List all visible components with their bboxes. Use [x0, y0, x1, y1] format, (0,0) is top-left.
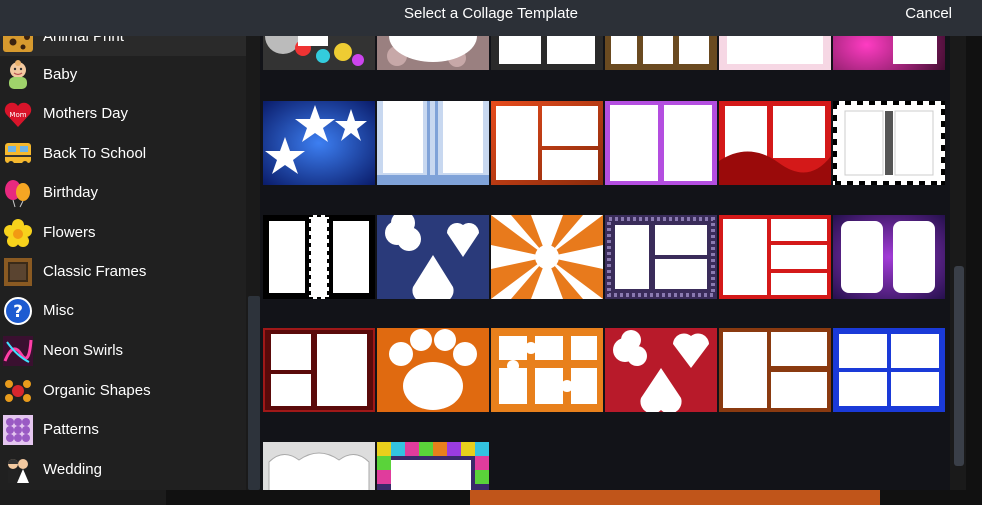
sidebar-item-birthday[interactable]: Birthday: [0, 174, 246, 212]
neon-swirl-icon: [3, 336, 33, 366]
sidebar-item-wedding[interactable]: Wedding: [0, 451, 246, 489]
sidebar-item-back-to-school[interactable]: Back To School: [0, 135, 246, 173]
sidebar-item-label: Patterns: [43, 421, 99, 438]
sidebar-item-label: Misc: [43, 302, 74, 319]
template-tile[interactable]: [605, 36, 717, 70]
template-tile[interactable]: [605, 101, 717, 185]
mom-heart-icon: Mom: [3, 99, 33, 129]
sidebar-item-label: Animal Print: [43, 36, 124, 45]
sidebar-item-label: Organic Shapes: [43, 382, 151, 399]
template-tile[interactable]: [833, 36, 945, 70]
sidebar-item-label: Baby: [43, 66, 78, 83]
sidebar-item-patterns[interactable]: Patterns: [0, 411, 246, 449]
sidebar-item-label: Back To School: [43, 145, 147, 162]
template-tile[interactable]: [491, 36, 603, 70]
sidebar-item-label: Mothers Day: [43, 105, 129, 122]
template-tile[interactable]: [491, 328, 603, 412]
sidebar-scrollbar-thumb[interactable]: [248, 296, 260, 490]
template-tile[interactable]: [377, 328, 489, 412]
template-tile[interactable]: [263, 101, 375, 185]
template-tile[interactable]: [377, 36, 489, 70]
template-tile[interactable]: [491, 101, 603, 185]
svg-text:?: ?: [13, 302, 23, 322]
wedding-couple-icon: [3, 455, 33, 485]
sidebar-item-mothers-day[interactable]: Mom Mothers Day: [0, 95, 246, 133]
template-grid: [260, 36, 950, 490]
background-app-strip: [0, 490, 982, 505]
template-tile[interactable]: [263, 328, 375, 412]
sidebar-item-label: Flowers: [43, 224, 96, 241]
template-tile[interactable]: [605, 215, 717, 299]
template-tile[interactable]: [263, 442, 375, 490]
cancel-button[interactable]: Cancel: [905, 0, 952, 36]
sidebar-item-organic-shapes[interactable]: Organic Shapes: [0, 372, 246, 410]
sidebar-item-animal-print[interactable]: Animal Print: [0, 36, 246, 56]
category-sidebar: Animal Print Baby Mom Mothers Day Back T…: [0, 36, 246, 490]
template-tile[interactable]: [833, 215, 945, 299]
school-bus-icon: [3, 139, 33, 169]
question-mark-icon: ?: [3, 296, 33, 326]
template-tile[interactable]: [377, 442, 489, 490]
sidebar-item-flowers[interactable]: Flowers: [0, 214, 246, 252]
window-edge: [966, 36, 982, 505]
balloons-icon: [3, 178, 33, 208]
template-tile[interactable]: [719, 36, 831, 70]
animal-print-icon: [3, 36, 33, 52]
template-tile[interactable]: [377, 215, 489, 299]
sidebar-item-label: Neon Swirls: [43, 342, 124, 359]
background-banner: [470, 490, 880, 505]
sidebar-item-label: Birthday: [43, 184, 99, 201]
sidebar-item-misc[interactable]: ? Misc: [0, 292, 246, 330]
template-tile[interactable]: [605, 328, 717, 412]
organic-shapes-icon: [3, 376, 33, 406]
dialog-title-bar: Select a Collage Template Cancel: [0, 0, 982, 36]
sidebar-item-label: Wedding: [43, 461, 102, 478]
template-tile[interactable]: [491, 215, 603, 299]
template-tile[interactable]: [833, 328, 945, 412]
dialog-title: Select a Collage Template: [404, 5, 578, 22]
template-tile[interactable]: [377, 101, 489, 185]
sidebar-scrollbar[interactable]: [248, 36, 260, 490]
svg-text:Mom: Mom: [9, 111, 26, 119]
sidebar-item-label: Classic Frames: [43, 263, 147, 280]
frame-icon: [3, 257, 33, 287]
template-tile[interactable]: [263, 36, 375, 70]
sidebar-item-classic-frames[interactable]: Classic Frames: [0, 253, 246, 291]
template-tile[interactable]: [719, 101, 831, 185]
template-grid-scrollbar[interactable]: [952, 36, 966, 490]
template-tile[interactable]: [833, 101, 945, 185]
baby-icon: [3, 60, 33, 90]
template-tile[interactable]: [263, 215, 375, 299]
background-panel: [0, 490, 166, 505]
template-tile[interactable]: [719, 328, 831, 412]
template-grid-scrollbar-thumb[interactable]: [954, 266, 964, 466]
template-tile[interactable]: [719, 215, 831, 299]
sidebar-item-baby[interactable]: Baby: [0, 56, 246, 94]
flower-icon: [3, 218, 33, 248]
dots-pattern-icon: [3, 415, 33, 445]
sidebar-item-neon-swirls[interactable]: Neon Swirls: [0, 332, 246, 370]
